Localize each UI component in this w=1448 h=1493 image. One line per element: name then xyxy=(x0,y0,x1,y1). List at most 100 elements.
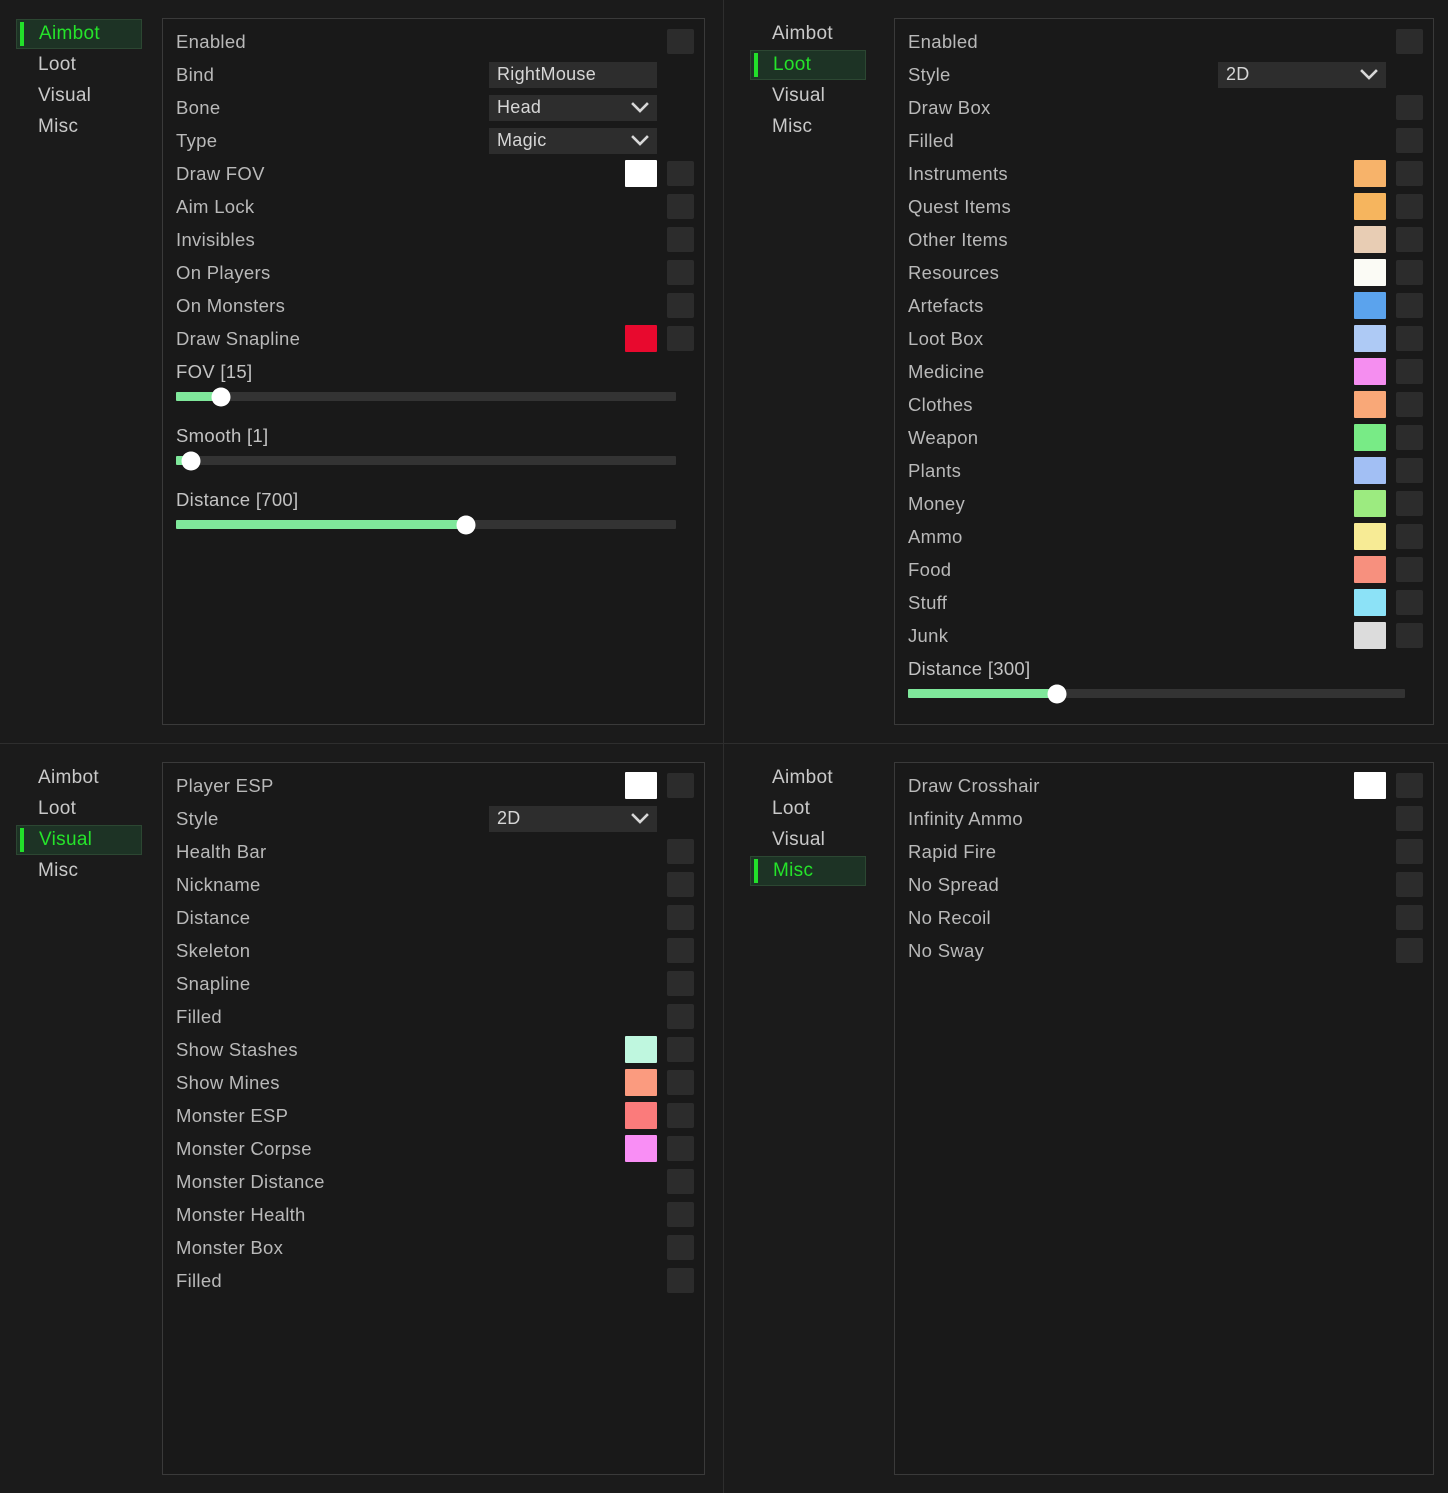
toggle-invisibles[interactable] xyxy=(667,227,694,252)
sidebar-item-misc[interactable]: Misc xyxy=(16,856,142,886)
sidebar-item-misc[interactable]: Misc xyxy=(750,112,866,142)
toggle-filled[interactable] xyxy=(667,1268,694,1293)
slider-knob[interactable] xyxy=(456,515,476,534)
slider-knob[interactable] xyxy=(181,451,201,470)
toggle-monster-esp[interactable] xyxy=(667,1103,694,1128)
sidebar-item-loot[interactable]: Loot xyxy=(750,50,866,80)
color-swatch-instruments[interactable] xyxy=(1354,160,1386,187)
toggle-medicine[interactable] xyxy=(1396,359,1423,384)
color-swatch-monster-esp[interactable] xyxy=(625,1102,657,1129)
sidebar-item-aimbot[interactable]: Aimbot xyxy=(16,763,142,793)
toggle-player-esp[interactable] xyxy=(667,773,694,798)
toggle-skeleton[interactable] xyxy=(667,938,694,963)
toggle-nickname[interactable] xyxy=(667,872,694,897)
toggle-loot-box[interactable] xyxy=(1396,326,1423,351)
toggle-rapid-fire[interactable] xyxy=(1396,839,1423,864)
color-swatch-show-mines[interactable] xyxy=(625,1069,657,1096)
toggle-show-stashes[interactable] xyxy=(667,1037,694,1062)
color-swatch-medicine[interactable] xyxy=(1354,358,1386,385)
sidebar-item-visual[interactable]: Visual xyxy=(16,825,142,855)
toggle-show-mines[interactable] xyxy=(667,1070,694,1095)
slider-track[interactable] xyxy=(176,515,676,534)
color-swatch-player-esp[interactable] xyxy=(625,772,657,799)
slider-distance[interactable]: Distance [300] xyxy=(895,652,1433,703)
color-swatch-plants[interactable] xyxy=(1354,457,1386,484)
toggle-monster-health[interactable] xyxy=(667,1202,694,1227)
dropdown-type[interactable]: Magic xyxy=(489,127,657,154)
slider-track[interactable] xyxy=(176,451,676,470)
dropdown-style[interactable]: 2D xyxy=(1218,61,1386,88)
toggle-other-items[interactable] xyxy=(1396,227,1423,252)
toggle-junk[interactable] xyxy=(1396,623,1423,648)
color-swatch-draw-fov[interactable] xyxy=(625,160,657,187)
color-swatch-loot-box[interactable] xyxy=(1354,325,1386,352)
toggle-ammo[interactable] xyxy=(1396,524,1423,549)
color-swatch-money[interactable] xyxy=(1354,490,1386,517)
slider-smooth[interactable]: Smooth [1] xyxy=(163,419,704,470)
color-swatch-junk[interactable] xyxy=(1354,622,1386,649)
color-swatch-artefacts[interactable] xyxy=(1354,292,1386,319)
toggle-resources[interactable] xyxy=(1396,260,1423,285)
color-swatch-weapon[interactable] xyxy=(1354,424,1386,451)
sidebar-item-misc[interactable]: Misc xyxy=(750,856,866,886)
sidebar-item-loot[interactable]: Loot xyxy=(750,794,866,824)
color-swatch-ammo[interactable] xyxy=(1354,523,1386,550)
toggle-money[interactable] xyxy=(1396,491,1423,516)
sidebar-item-loot[interactable]: Loot xyxy=(16,794,142,824)
sidebar-item-aimbot[interactable]: Aimbot xyxy=(750,19,866,49)
toggle-monster-corpse[interactable] xyxy=(667,1136,694,1161)
toggle-no-sway[interactable] xyxy=(1396,938,1423,963)
toggle-quest-items[interactable] xyxy=(1396,194,1423,219)
color-swatch-resources[interactable] xyxy=(1354,259,1386,286)
sidebar-item-visual[interactable]: Visual xyxy=(16,81,142,111)
slider-knob[interactable] xyxy=(1047,684,1067,703)
color-swatch-quest-items[interactable] xyxy=(1354,193,1386,220)
toggle-enabled[interactable] xyxy=(1396,29,1423,54)
toggle-weapon[interactable] xyxy=(1396,425,1423,450)
color-swatch-other-items[interactable] xyxy=(1354,226,1386,253)
sidebar-item-visual[interactable]: Visual xyxy=(750,825,866,855)
toggle-no-recoil[interactable] xyxy=(1396,905,1423,930)
dropdown-bone[interactable]: Head xyxy=(489,94,657,121)
toggle-filled[interactable] xyxy=(1396,128,1423,153)
sidebar-item-loot[interactable]: Loot xyxy=(16,50,142,80)
slider-knob[interactable] xyxy=(211,387,231,406)
sidebar-item-visual[interactable]: Visual xyxy=(750,81,866,111)
toggle-draw-box[interactable] xyxy=(1396,95,1423,120)
toggle-aim-lock[interactable] xyxy=(667,194,694,219)
toggle-stuff[interactable] xyxy=(1396,590,1423,615)
input-bind[interactable]: RightMouse xyxy=(489,61,657,88)
color-swatch-clothes[interactable] xyxy=(1354,391,1386,418)
toggle-infinity-ammo[interactable] xyxy=(1396,806,1423,831)
color-swatch-monster-corpse[interactable] xyxy=(625,1135,657,1162)
toggle-draw-fov[interactable] xyxy=(667,161,694,186)
color-swatch-draw-crosshair[interactable] xyxy=(1354,772,1386,799)
toggle-snapline[interactable] xyxy=(667,971,694,996)
toggle-instruments[interactable] xyxy=(1396,161,1423,186)
color-swatch-show-stashes[interactable] xyxy=(625,1036,657,1063)
sidebar-item-misc[interactable]: Misc xyxy=(16,112,142,142)
toggle-on-players[interactable] xyxy=(667,260,694,285)
toggle-filled[interactable] xyxy=(667,1004,694,1029)
toggle-no-spread[interactable] xyxy=(1396,872,1423,897)
sidebar-item-aimbot[interactable]: Aimbot xyxy=(750,763,866,793)
toggle-enabled[interactable] xyxy=(667,29,694,54)
toggle-clothes[interactable] xyxy=(1396,392,1423,417)
slider-track[interactable] xyxy=(908,684,1405,703)
toggle-distance[interactable] xyxy=(667,905,694,930)
toggle-draw-crosshair[interactable] xyxy=(1396,773,1423,798)
toggle-plants[interactable] xyxy=(1396,458,1423,483)
slider-distance[interactable]: Distance [700] xyxy=(163,483,704,534)
dropdown-style[interactable]: 2D xyxy=(489,805,657,832)
sidebar-item-aimbot[interactable]: Aimbot xyxy=(16,19,142,49)
toggle-health-bar[interactable] xyxy=(667,839,694,864)
toggle-draw-snapline[interactable] xyxy=(667,326,694,351)
color-swatch-food[interactable] xyxy=(1354,556,1386,583)
toggle-on-monsters[interactable] xyxy=(667,293,694,318)
slider-fov[interactable]: FOV [15] xyxy=(163,355,704,406)
color-swatch-stuff[interactable] xyxy=(1354,589,1386,616)
toggle-monster-box[interactable] xyxy=(667,1235,694,1260)
color-swatch-draw-snapline[interactable] xyxy=(625,325,657,352)
slider-track[interactable] xyxy=(176,387,676,406)
toggle-food[interactable] xyxy=(1396,557,1423,582)
